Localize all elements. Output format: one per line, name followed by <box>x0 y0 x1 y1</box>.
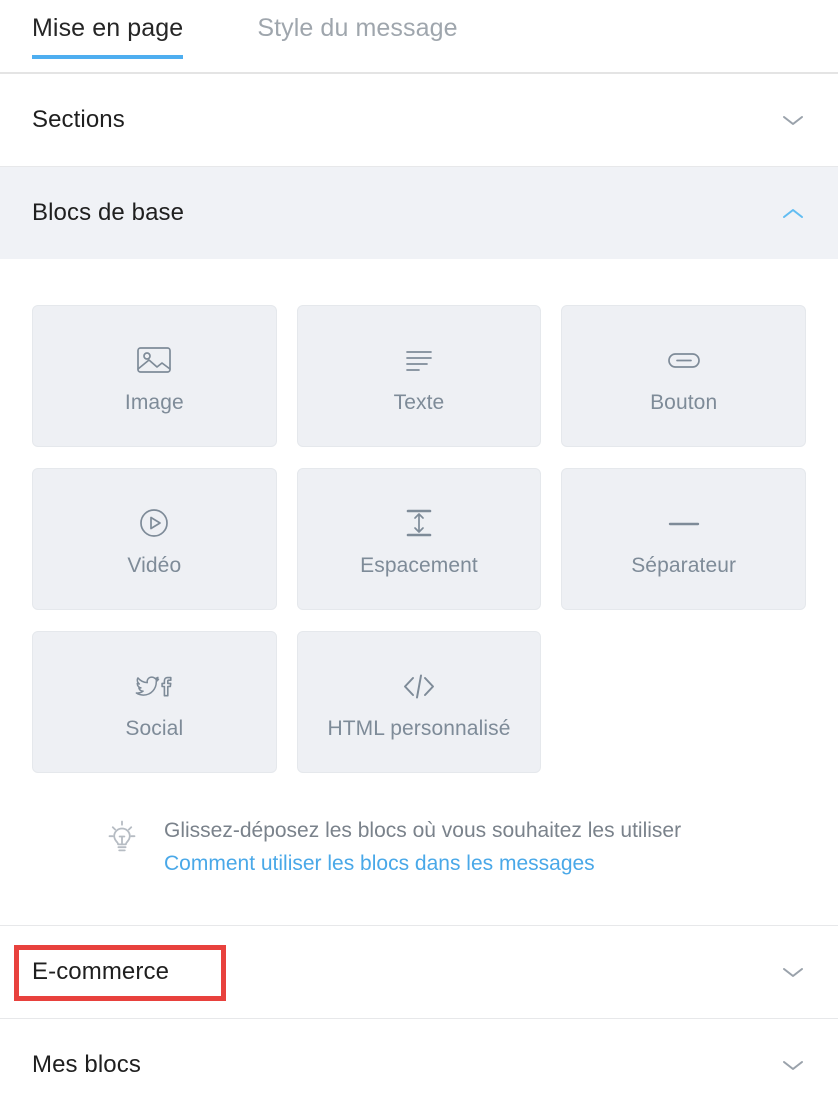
code-brackets-icon <box>395 663 443 709</box>
blocks-hint-link[interactable]: Comment utiliser les blocs dans les mess… <box>164 847 681 881</box>
basic-blocks-panel: Image Texte Bouton Vidéo Espacement Sépa… <box>0 259 838 925</box>
button-pill-icon <box>662 337 706 383</box>
block-tile-video[interactable]: Vidéo <box>32 468 277 610</box>
block-tile-texte[interactable]: Texte <box>296 305 542 447</box>
block-tile-espacement[interactable]: Espacement <box>296 468 542 610</box>
tab-mise-en-page-label: Mise en page <box>32 14 184 42</box>
play-circle-icon <box>134 500 174 546</box>
block-tile-separateur[interactable]: Séparateur <box>561 468 806 610</box>
block-tile-bouton[interactable]: Bouton <box>561 305 806 447</box>
block-tile-separateur-label: Séparateur <box>631 554 737 577</box>
blocks-hint-text: Glissez-déposez les blocs où vous souhai… <box>164 819 682 842</box>
blocks-hint-texts: Glissez-déposez les blocs où vous souhai… <box>164 815 681 881</box>
panel-bottom-spacer <box>32 881 806 925</box>
horizontal-line-icon <box>662 500 706 546</box>
tab-style-du-message[interactable]: Style du message <box>257 0 457 43</box>
vertical-spacing-icon <box>399 500 439 546</box>
chevron-down-icon[interactable] <box>780 112 806 128</box>
section-header-mes-blocs[interactable]: Mes blocs <box>0 1019 838 1111</box>
tab-mise-en-page[interactable]: Mise en page <box>32 0 184 59</box>
block-tile-video-label: Vidéo <box>127 554 182 577</box>
block-tile-texte-label: Texte <box>393 391 445 414</box>
ecommerce-section-wrapper: E-commerce <box>0 926 838 1018</box>
section-header-ecommerce-label: E-commerce <box>32 958 170 985</box>
image-icon <box>134 337 174 383</box>
block-tile-html-personnalise-label: HTML personnalisé <box>327 717 511 740</box>
section-header-mes-blocs-label: Mes blocs <box>32 1051 141 1078</box>
section-header-blocs-de-base-label: Blocs de base <box>32 199 185 226</box>
block-tile-bouton-label: Bouton <box>650 391 718 414</box>
section-header-sections[interactable]: Sections <box>0 74 838 166</box>
section-header-sections-label: Sections <box>32 106 125 133</box>
blocks-hint: Glissez-déposez les blocs où vous souhai… <box>32 773 806 881</box>
block-tile-social[interactable]: Social <box>32 631 277 773</box>
block-tile-espacement-label: Espacement <box>360 554 478 577</box>
tab-style-du-message-label: Style du message <box>257 14 458 42</box>
text-lines-icon <box>399 337 439 383</box>
blocks-grid: Image Texte Bouton Vidéo Espacement Sépa… <box>32 305 806 773</box>
block-tile-html-personnalise[interactable]: HTML personnalisé <box>296 631 542 773</box>
block-tile-image[interactable]: Image <box>32 305 277 447</box>
section-header-ecommerce[interactable]: E-commerce <box>0 926 838 1018</box>
editor-tabbar: Mise en page Style du message <box>0 0 838 74</box>
block-tile-image-label: Image <box>124 391 184 414</box>
block-tile-social-label: Social <box>125 717 184 740</box>
lightbulb-icon <box>100 817 144 866</box>
section-header-blocs-de-base[interactable]: Blocs de base <box>0 167 838 259</box>
chevron-down-icon[interactable] <box>780 1057 806 1073</box>
chevron-up-icon[interactable] <box>780 205 806 221</box>
chevron-down-icon[interactable] <box>780 964 806 980</box>
social-twitter-facebook-icon <box>128 663 180 709</box>
